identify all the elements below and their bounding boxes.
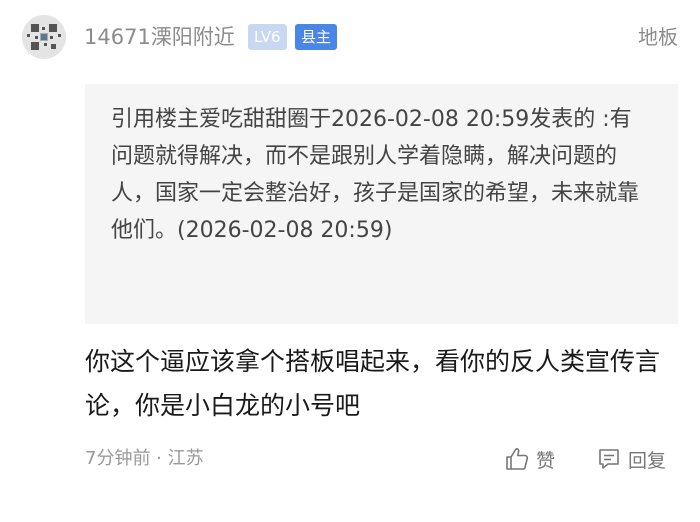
level-badge: LV6: [248, 24, 287, 50]
post-meta: 7分钟前 · 江苏: [85, 448, 204, 469]
quote-text: 引用楼主爱吃甜甜圈于2026-02-08 20:59发表的 :有问题就得解决，而…: [111, 107, 640, 243]
thumbs-up-icon: [506, 448, 529, 470]
post-card: 14671溧阳附近 LV6 县主 地板 引用楼主爱吃甜甜圈于2026-02-08…: [0, 0, 700, 522]
quote-box[interactable]: 引用楼主爱吃甜甜圈于2026-02-08 20:59发表的 :有问题就得解决，而…: [85, 84, 678, 324]
comment-icon: [599, 449, 619, 469]
qr-code-avatar-icon: [22, 15, 66, 59]
role-badge: 县主: [295, 24, 338, 50]
author-name[interactable]: 14671溧阳附近: [84, 22, 235, 52]
avatar[interactable]: [22, 15, 66, 59]
like-label: 赞: [536, 449, 556, 472]
reply-label: 回复: [628, 449, 667, 472]
like-button[interactable]: 赞: [504, 444, 555, 474]
reply-button[interactable]: 回复: [596, 444, 666, 474]
floor-label: 地板: [638, 25, 678, 49]
reply-body: 你这个逼应该拿个搭板唱起来，看你的反人类宣传言论，你是小白龙的小号吧: [85, 347, 661, 420]
